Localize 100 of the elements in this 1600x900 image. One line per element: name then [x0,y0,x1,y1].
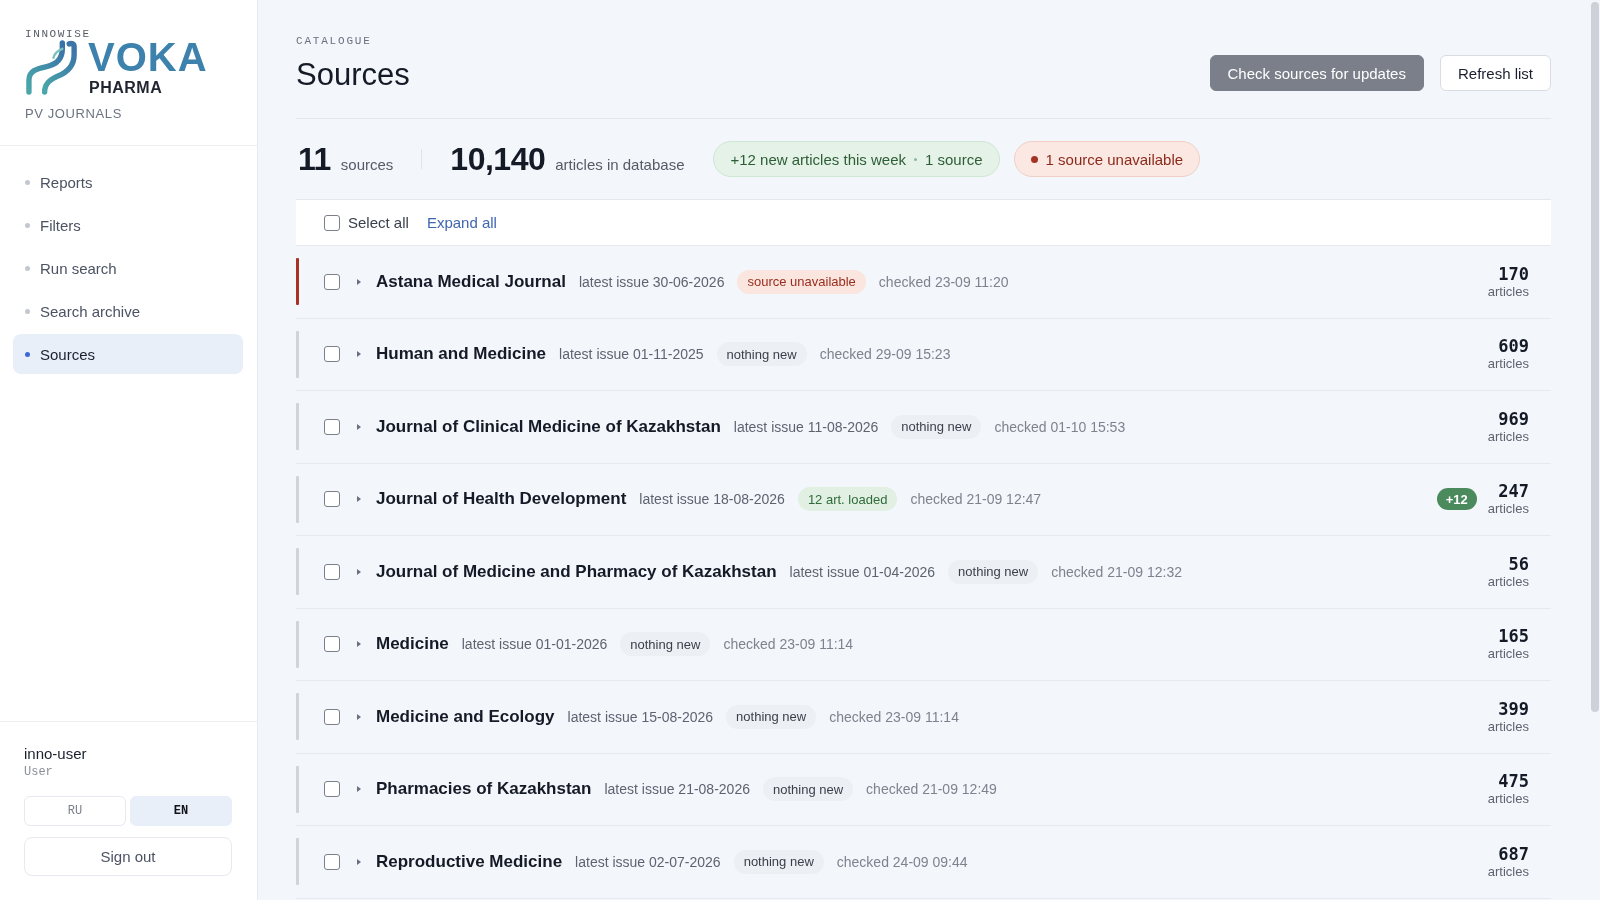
caret-icon[interactable] [357,423,361,430]
row-checkbox[interactable] [324,273,340,290]
action-button[interactable]: Refresh list [1439,55,1551,91]
checked-time-text: checked 01-10 15:53 [994,418,1126,435]
dot-icon [25,222,30,228]
article-count: 170 [1498,263,1529,284]
stat-label: sources [340,155,394,173]
nav-item[interactable]: Sources [13,334,243,374]
accent-bar [296,403,299,451]
select-all-label[interactable]: Select all [348,214,409,231]
language-option[interactable]: RU [24,796,126,826]
status-tag: nothing new [716,342,807,367]
row-checkbox[interactable] [324,563,340,580]
latest-issue-text: latest issue 18-08-2026 [639,491,785,508]
accent-bar [296,765,299,813]
nav-item[interactable]: Reports [13,162,243,202]
checked-time-text: checked 21-09 12:47 [910,491,1042,508]
source-name: Human and Medicine [376,344,547,365]
status-tag: 12 art. loaded [797,487,898,512]
checked-time-text: checked 23-09 11:14 [723,636,854,653]
unavailable-text: 1 source unavailable [1045,150,1184,168]
source-name: Astana Medical Journal [376,271,566,292]
dot-icon [25,265,30,271]
article-count-unit: articles [1487,428,1529,445]
article-count-unit: articles [1487,718,1529,735]
checked-time-text: checked 29-09 15:23 [819,346,951,363]
language-option[interactable]: EN [130,796,232,826]
new-count-badge: +12 [1436,488,1477,511]
sign-out-button[interactable]: Sign out [24,837,232,876]
row-checkbox[interactable] [324,708,340,725]
row-checkbox[interactable] [324,781,340,798]
row-checkbox[interactable] [324,418,340,435]
accent-bar [296,838,299,886]
source-name: Pharmacies of Kazakhstan [376,779,592,800]
select-all-checkbox[interactable] [324,214,340,231]
latest-issue-text: latest issue 21-08-2026 [604,781,750,798]
article-count: 165 [1498,626,1529,647]
source-count-text: 1 source [925,150,983,168]
action-button[interactable]: Check sources for updates [1209,55,1424,91]
accent-bar [296,693,299,741]
expand-all-link[interactable]: Expand all [426,214,497,231]
caret-icon[interactable] [357,713,361,720]
accent-bar [296,548,299,596]
status-tag: nothing new [891,414,982,439]
caret-icon[interactable] [357,858,361,865]
article-count-unit: articles [1487,573,1529,590]
accent-bar [296,620,299,668]
dot-icon [25,179,30,185]
source-name: Journal of Health Development [376,489,627,510]
latest-issue-text: latest issue 01-01-2026 [461,636,608,653]
dot-icon [25,308,30,314]
source-name: Journal of Clinical Medicine of Kazakhstan [376,416,721,437]
source-name: Reproductive Medicine [376,851,563,872]
stat-value: 11 [298,140,331,178]
user-role: User [24,764,53,780]
checked-time-text: checked 21-09 12:49 [866,781,997,798]
article-count: 247 [1498,481,1529,502]
latest-issue-text: latest issue 15-08-2026 [567,708,714,725]
product-name: PV JOURNALS [25,106,122,122]
page-eyebrow: CATALOGUE [296,34,372,48]
article-count-unit: articles [1487,501,1529,518]
article-count: 475 [1498,771,1529,792]
status-tag: nothing new [726,704,817,729]
source-name: Journal of Medicine and Pharmacy of Kazakhstan [376,561,777,582]
source-name: Medicine [376,634,449,655]
stat-label: articles in database [555,155,685,173]
caret-icon[interactable] [357,496,361,503]
row-checkbox[interactable] [324,853,340,870]
article-count: 56 [1508,553,1529,574]
article-count-unit: articles [1487,646,1529,663]
caret-icon[interactable] [357,786,361,793]
latest-issue-text: latest issue 01-04-2026 [789,563,936,580]
status-tag: nothing new [948,559,1039,584]
row-checkbox[interactable] [324,346,340,363]
status-tag: nothing new [620,632,711,657]
row-checkbox[interactable] [324,491,340,508]
article-count-unit: articles [1487,356,1529,373]
stat-value: 10,140 [450,140,546,178]
caret-icon[interactable] [357,351,361,358]
caret-icon[interactable] [357,568,361,575]
article-count-unit: articles [1487,863,1529,880]
status-tag: nothing new [762,777,854,802]
status-tag: nothing new [733,849,824,874]
page-title: Sources [296,56,410,94]
article-count: 969 [1498,408,1529,429]
row-checkbox[interactable] [324,636,340,653]
nav-item[interactable]: Search archive [13,291,243,331]
caret-icon[interactable] [357,278,361,285]
nav-item[interactable]: Run search [13,248,243,288]
latest-issue-text: latest issue 02-07-2026 [575,853,721,870]
caret-icon[interactable] [357,641,361,648]
article-count: 609 [1498,336,1529,357]
checked-time-text: checked 23-09 11:20 [878,273,1009,290]
scrollbar-thumb[interactable] [1591,2,1599,712]
nav-item[interactable]: Filters [13,205,243,245]
accent-bar [296,475,299,523]
article-count: 399 [1498,698,1529,719]
latest-issue-text: latest issue 11-08-2026 [733,418,879,435]
helix-logo-icon [25,40,80,95]
brand-name: VOKA [88,40,208,74]
